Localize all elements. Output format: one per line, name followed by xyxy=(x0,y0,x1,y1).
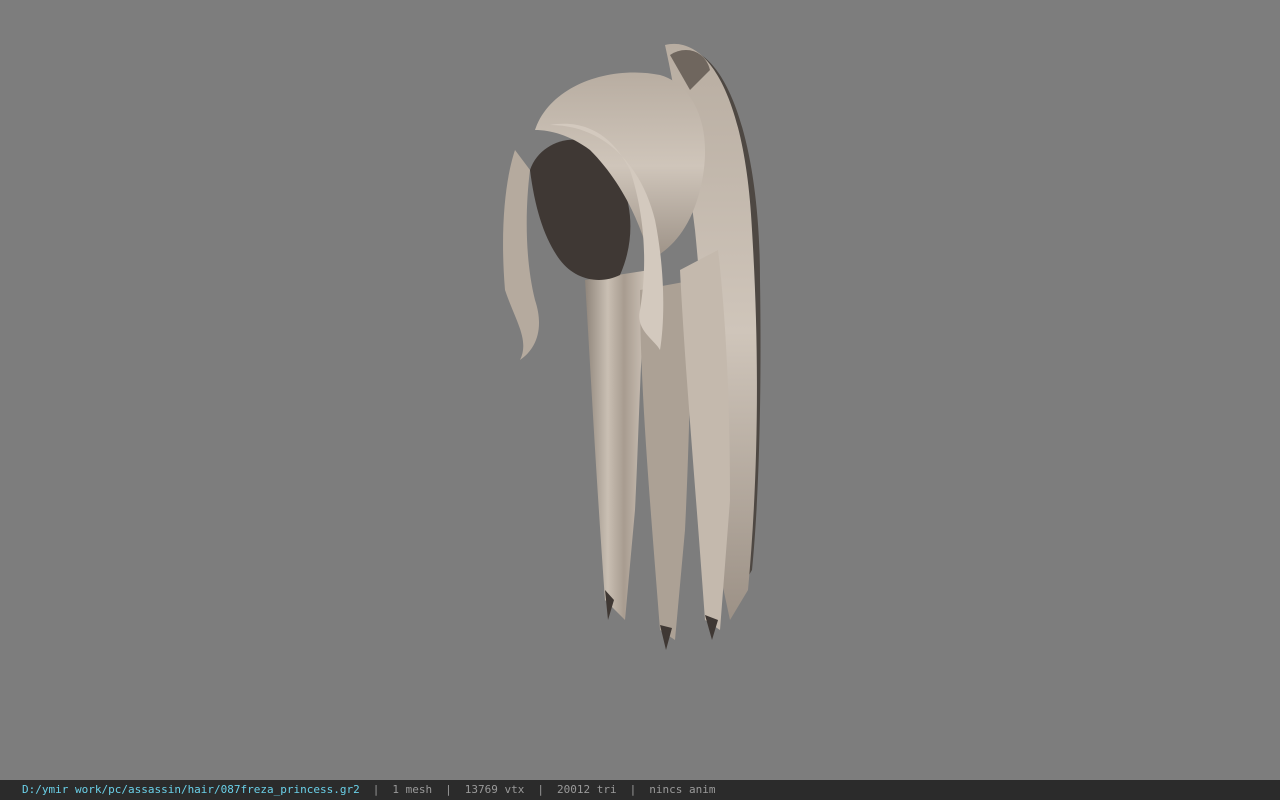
hair-model-render[interactable] xyxy=(490,30,780,660)
vertex-count: 13769 vtx xyxy=(464,783,525,796)
triangle-count: 20012 tri xyxy=(557,783,617,796)
status-bar: D:/ymir work/pc/assassin/hair/087freza_p… xyxy=(0,780,1280,800)
separator: | xyxy=(629,783,637,796)
mesh-count: 1 mesh xyxy=(392,783,433,796)
separator: | xyxy=(445,783,452,796)
separator: | xyxy=(537,783,544,796)
animation-status: nincs anim xyxy=(649,783,716,796)
separator: | xyxy=(372,783,380,796)
file-path: D:/ymir work/pc/assassin/hair/087freza_p… xyxy=(22,783,360,796)
3d-viewport[interactable] xyxy=(0,0,1280,780)
